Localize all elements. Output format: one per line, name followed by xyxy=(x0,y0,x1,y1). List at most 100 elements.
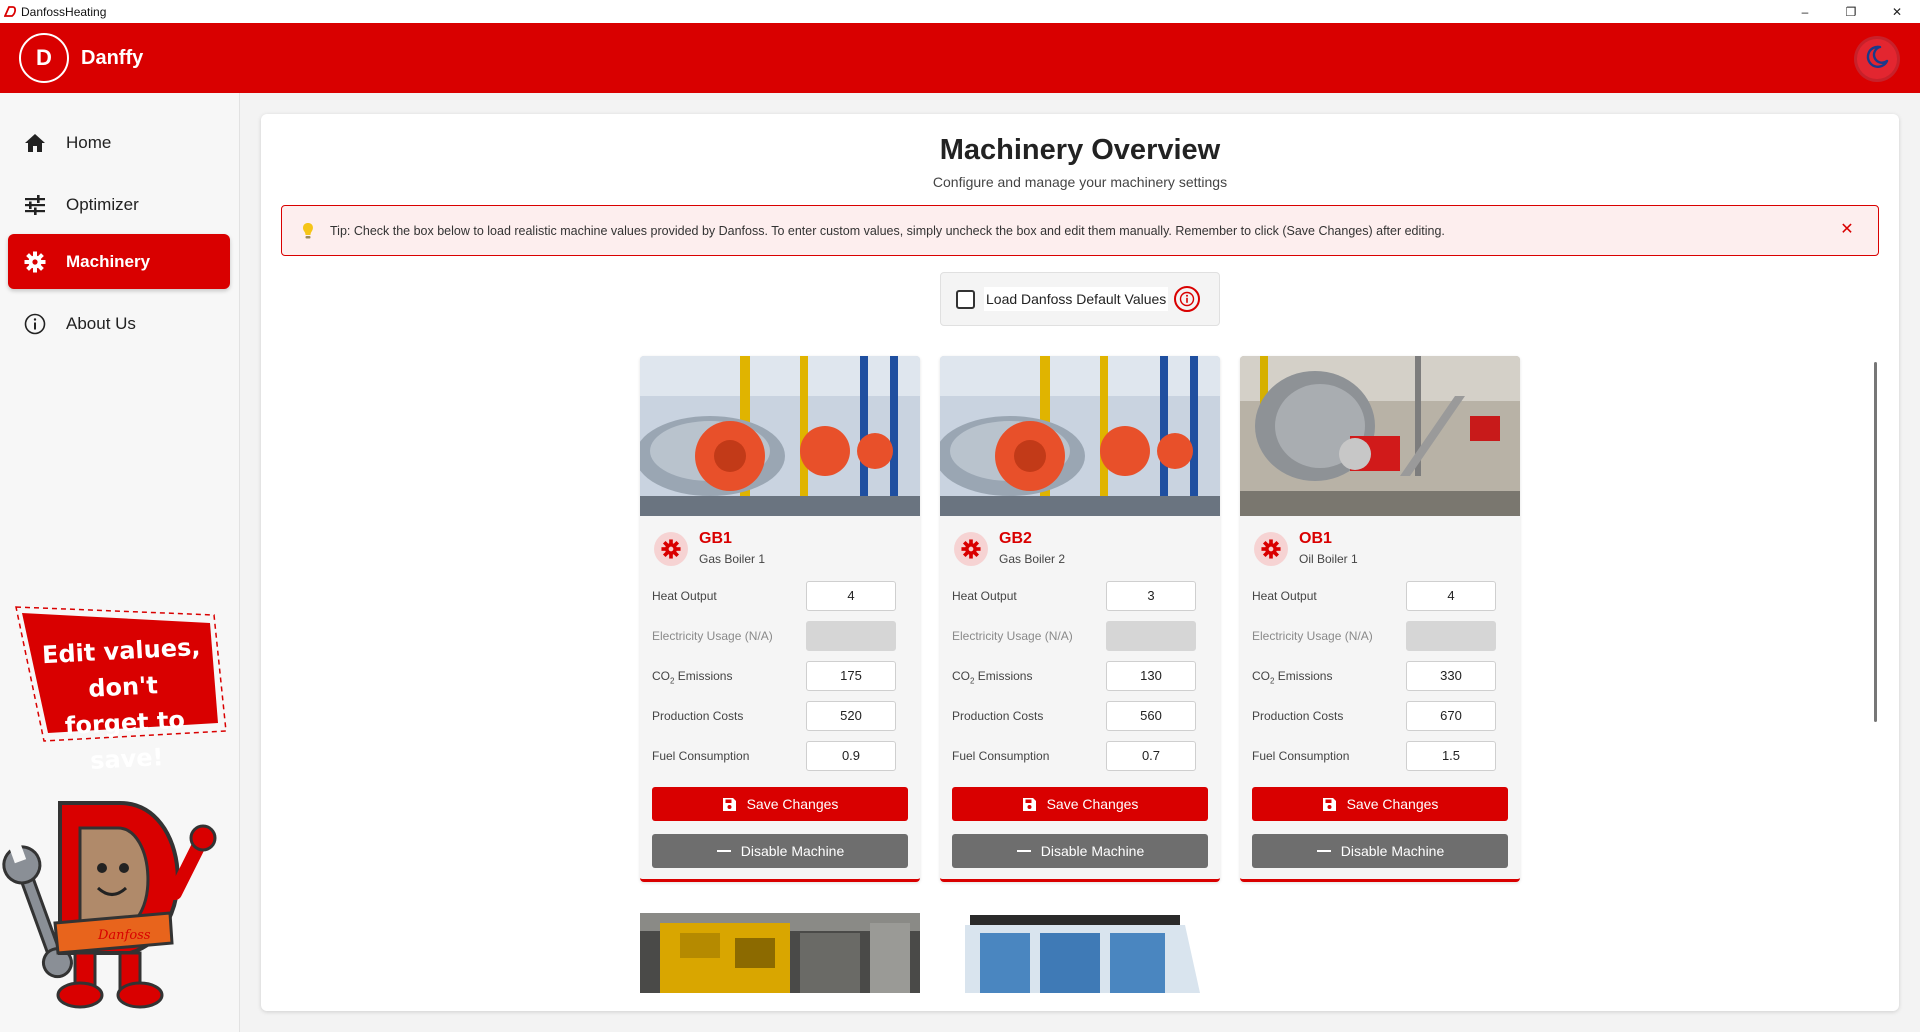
field-label: Production Costs xyxy=(652,709,744,723)
floppy-disk-icon xyxy=(1022,796,1038,812)
field-label: Fuel Consumption xyxy=(652,749,750,763)
field-label: Production Costs xyxy=(1252,709,1344,723)
co2-emissions-input[interactable]: 130 xyxy=(1106,661,1196,691)
production-costs-row: Production Costs 520 xyxy=(652,701,908,731)
field-label: Fuel Consumption xyxy=(952,749,1050,763)
co2-emissions-input[interactable]: 330 xyxy=(1406,661,1496,691)
machine-photo xyxy=(640,356,920,516)
machine-card-ob1: OB1 Oil Boiler 1 Heat Output 4 Electrici… xyxy=(1240,356,1520,882)
machine-photo xyxy=(1240,356,1520,516)
disable-machine-button[interactable]: Disable Machine xyxy=(1252,834,1508,868)
load-defaults-label[interactable]: Load Danfoss Default Values xyxy=(984,287,1169,311)
machine-card-partial-engine xyxy=(640,913,920,993)
brand-logo: D xyxy=(19,33,69,83)
disable-machine-label: Disable Machine xyxy=(740,843,845,859)
machine-name: Gas Boiler 1 xyxy=(699,552,766,566)
heat-output-input[interactable]: 3 xyxy=(1106,581,1196,611)
disable-machine-button[interactable]: Disable Machine xyxy=(952,834,1208,868)
co2-emissions-input[interactable]: 175 xyxy=(806,661,896,691)
home-icon xyxy=(22,130,48,156)
production-costs-input[interactable]: 670 xyxy=(1406,701,1496,731)
save-changes-button[interactable]: Save Changes xyxy=(1252,787,1508,821)
scrollbar[interactable] xyxy=(1874,362,1877,722)
fuel-consumption-input[interactable]: 0.7 xyxy=(1106,741,1196,771)
save-changes-label: Save Changes xyxy=(1346,796,1439,812)
fuel-consumption-input[interactable]: 0.9 xyxy=(806,741,896,771)
main-panel: Machinery Overview Configure and manage … xyxy=(261,114,1899,1011)
sidebar-item-label: Home xyxy=(66,132,112,152)
close-window-button[interactable]: ✕ xyxy=(1874,0,1920,23)
fuel-consumption-row: Fuel Consumption 1.5 xyxy=(1252,741,1508,771)
moon-icon xyxy=(1864,44,1890,75)
edit-values-sticker: Edit values, don't forget to save! xyxy=(14,603,228,775)
sidebar-item-home[interactable]: Home xyxy=(8,115,230,170)
theme-toggle-button[interactable] xyxy=(1854,36,1900,82)
window-title: DanfossHeating xyxy=(21,4,107,19)
sidebar-item-optimizer[interactable]: Optimizer xyxy=(8,177,230,232)
co2-emissions-row: CO2 Emissions 330 xyxy=(1252,661,1508,691)
disable-machine-label: Disable Machine xyxy=(1040,843,1145,859)
danffy-mascot-image: Danfoss xyxy=(0,783,240,1023)
field-label: Electricity Usage (N/A) xyxy=(952,629,1073,643)
save-changes-button[interactable]: Save Changes xyxy=(952,787,1208,821)
minus-icon xyxy=(1016,843,1032,859)
heat-output-row: Heat Output 4 xyxy=(1252,581,1508,611)
field-label: CO2 Emissions xyxy=(1252,669,1333,686)
machine-card-partial-heat-pump xyxy=(940,913,1220,993)
minimize-button[interactable]: – xyxy=(1782,0,1828,23)
load-defaults-control: Load Danfoss Default Values xyxy=(940,272,1220,326)
maximize-button[interactable]: ❐ xyxy=(1828,0,1874,23)
production-costs-input[interactable]: 520 xyxy=(806,701,896,731)
sidebar-item-label: About Us xyxy=(66,313,136,333)
fuel-consumption-row: Fuel Consumption 0.9 xyxy=(652,741,908,771)
electricity-usage-row: Electricity Usage (N/A) xyxy=(652,621,908,651)
window-title-bar: DanfossHeating – ❐ ✕ xyxy=(0,0,1920,23)
load-defaults-checkbox[interactable] xyxy=(956,289,975,309)
field-label: CO2 Emissions xyxy=(652,669,733,686)
field-label: Heat Output xyxy=(1252,589,1317,603)
lightbulb-icon xyxy=(300,222,316,240)
sticker-line-1: Edit values, don't xyxy=(41,632,202,703)
machine-card-gb2: GB2 Gas Boiler 2 Heat Output 3 Electrici… xyxy=(940,356,1220,882)
field-label: Production Costs xyxy=(952,709,1044,723)
machine-name: Gas Boiler 2 xyxy=(999,552,1066,566)
electricity-usage-row: Electricity Usage (N/A) xyxy=(1252,621,1508,651)
field-label: Electricity Usage (N/A) xyxy=(1252,629,1373,643)
co2-emissions-row: CO2 Emissions 175 xyxy=(652,661,908,691)
machine-gear-icon xyxy=(1254,532,1288,566)
machine-photo xyxy=(640,913,920,993)
electricity-usage-row: Electricity Usage (N/A) xyxy=(952,621,1208,651)
machine-photo xyxy=(940,356,1220,516)
sidebar-item-about-us[interactable]: About Us xyxy=(8,296,230,351)
co2-emissions-row: CO2 Emissions 130 xyxy=(952,661,1208,691)
minus-icon xyxy=(1316,843,1332,859)
heat-output-input[interactable]: 4 xyxy=(1406,581,1496,611)
disable-machine-label: Disable Machine xyxy=(1340,843,1445,859)
electricity-usage-input xyxy=(806,621,896,651)
machine-photo xyxy=(940,913,1220,993)
fuel-consumption-input[interactable]: 1.5 xyxy=(1406,741,1496,771)
heat-output-row: Heat Output 4 xyxy=(652,581,908,611)
field-label: Heat Output xyxy=(952,589,1017,603)
info-icon[interactable] xyxy=(1174,286,1201,312)
field-label: Heat Output xyxy=(652,589,717,603)
mascot-scarf-logo: Danfoss xyxy=(97,928,151,943)
machine-name: Oil Boiler 1 xyxy=(1299,552,1358,566)
save-changes-label: Save Changes xyxy=(1046,796,1139,812)
danfoss-logo-icon xyxy=(3,5,17,18)
machine-code: GB1 xyxy=(699,530,732,547)
disable-machine-button[interactable]: Disable Machine xyxy=(652,834,908,868)
save-changes-button[interactable]: Save Changes xyxy=(652,787,908,821)
field-label: Fuel Consumption xyxy=(1252,749,1350,763)
page-subtitle: Configure and manage your machinery sett… xyxy=(932,174,1228,190)
close-icon[interactable]: ✕ xyxy=(1838,221,1856,239)
sidebar-item-machinery[interactable]: Machinery xyxy=(8,234,230,289)
heat-output-row: Heat Output 3 xyxy=(952,581,1208,611)
production-costs-row: Production Costs 560 xyxy=(952,701,1208,731)
production-costs-input[interactable]: 560 xyxy=(1106,701,1196,731)
electricity-usage-input xyxy=(1106,621,1196,651)
heat-output-input[interactable]: 4 xyxy=(806,581,896,611)
save-changes-label: Save Changes xyxy=(746,796,839,812)
minus-icon xyxy=(716,843,732,859)
machine-gear-icon xyxy=(954,532,988,566)
